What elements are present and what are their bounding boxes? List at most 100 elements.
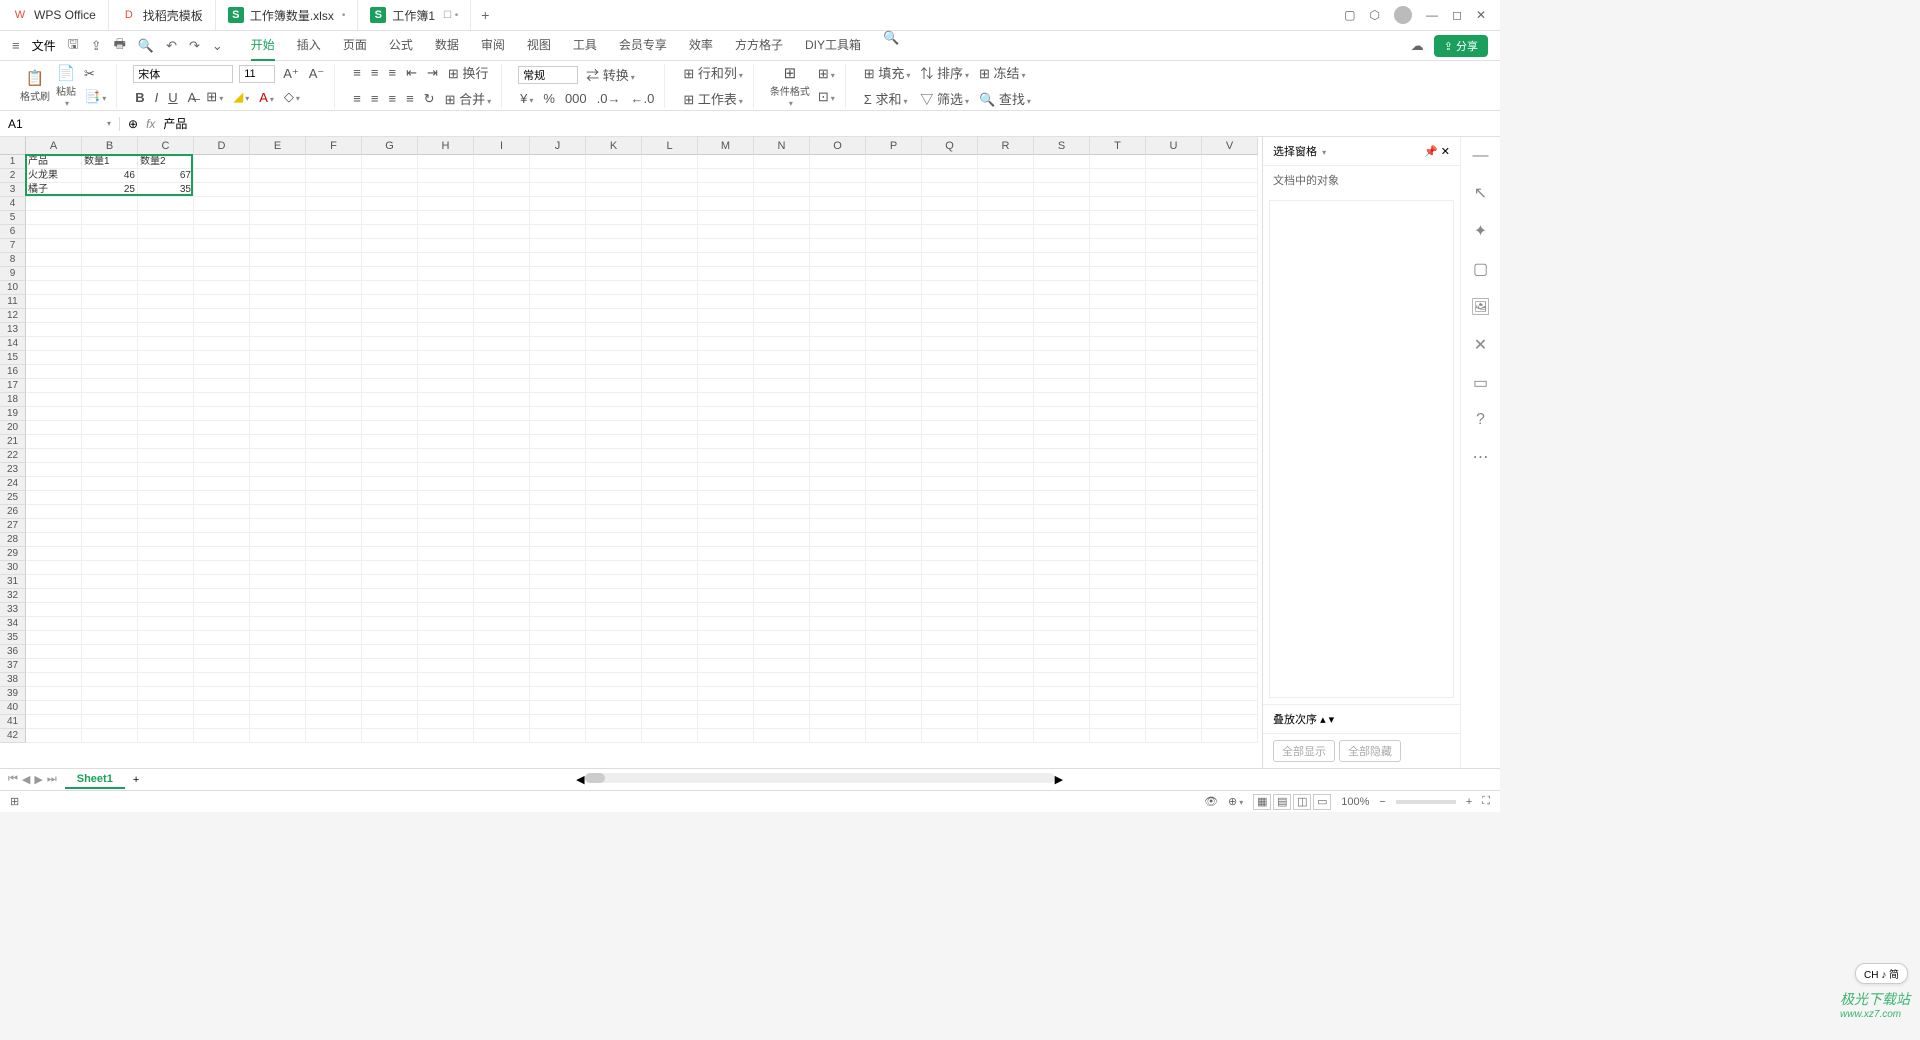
cell[interactable]: [194, 505, 250, 519]
cell[interactable]: [698, 561, 754, 575]
cell[interactable]: [26, 631, 82, 645]
cell[interactable]: [362, 155, 418, 169]
cell[interactable]: [1090, 659, 1146, 673]
cloud-icon[interactable]: ☁: [1411, 38, 1424, 54]
cell[interactable]: [194, 659, 250, 673]
column-header[interactable]: A: [26, 137, 82, 155]
cell[interactable]: [474, 407, 530, 421]
cell[interactable]: [1034, 393, 1090, 407]
cell[interactable]: [698, 659, 754, 673]
cell[interactable]: [1202, 183, 1258, 197]
cell[interactable]: [754, 715, 810, 729]
cell[interactable]: [1034, 575, 1090, 589]
cell[interactable]: [1146, 505, 1202, 519]
cell[interactable]: [474, 533, 530, 547]
cell[interactable]: [866, 463, 922, 477]
cell[interactable]: [362, 603, 418, 617]
column-header[interactable]: K: [586, 137, 642, 155]
cell[interactable]: [418, 729, 474, 743]
cell[interactable]: [474, 673, 530, 687]
cell[interactable]: [1146, 365, 1202, 379]
cell[interactable]: [474, 701, 530, 715]
cell[interactable]: [250, 309, 306, 323]
cell[interactable]: [810, 477, 866, 491]
cell[interactable]: [642, 589, 698, 603]
cell[interactable]: [194, 673, 250, 687]
sum-button[interactable]: Σ 求和▾: [862, 87, 913, 110]
cell[interactable]: [474, 729, 530, 743]
cell[interactable]: [1034, 449, 1090, 463]
row-header[interactable]: 14: [0, 337, 26, 351]
cell[interactable]: [866, 225, 922, 239]
cell[interactable]: [474, 155, 530, 169]
cell[interactable]: [194, 295, 250, 309]
row-header[interactable]: 16: [0, 365, 26, 379]
cell[interactable]: [306, 309, 362, 323]
cell[interactable]: [1202, 379, 1258, 393]
cell[interactable]: [642, 561, 698, 575]
cell[interactable]: [1146, 701, 1202, 715]
cell[interactable]: [978, 337, 1034, 351]
cell[interactable]: [26, 309, 82, 323]
cell[interactable]: [698, 169, 754, 183]
cell[interactable]: [194, 561, 250, 575]
cell[interactable]: [1202, 407, 1258, 421]
cell[interactable]: [418, 561, 474, 575]
cell[interactable]: [1034, 631, 1090, 645]
cell[interactable]: [306, 239, 362, 253]
cell[interactable]: [698, 435, 754, 449]
row-header[interactable]: 15: [0, 351, 26, 365]
cell[interactable]: [474, 295, 530, 309]
cell[interactable]: [82, 365, 138, 379]
cell[interactable]: [474, 477, 530, 491]
cell[interactable]: [1146, 239, 1202, 253]
cell[interactable]: [362, 435, 418, 449]
cell[interactable]: [306, 729, 362, 743]
row-header[interactable]: 39: [0, 687, 26, 701]
close-pane-icon[interactable]: ✕: [1441, 146, 1450, 158]
cell[interactable]: [1034, 687, 1090, 701]
cell[interactable]: [138, 449, 194, 463]
cell[interactable]: [810, 379, 866, 393]
cell[interactable]: [1202, 197, 1258, 211]
menu-tab-data[interactable]: 数据: [435, 30, 459, 61]
cell[interactable]: [474, 421, 530, 435]
cell[interactable]: [250, 407, 306, 421]
cell[interactable]: [418, 337, 474, 351]
cell[interactable]: [1146, 603, 1202, 617]
cell[interactable]: [194, 575, 250, 589]
cell[interactable]: [194, 729, 250, 743]
cell[interactable]: [194, 211, 250, 225]
cell[interactable]: [1146, 225, 1202, 239]
align-top-icon[interactable]: ≡: [351, 63, 363, 82]
cell[interactable]: [922, 729, 978, 743]
cell[interactable]: [922, 239, 978, 253]
cell[interactable]: [922, 701, 978, 715]
cell[interactable]: [978, 379, 1034, 393]
cell[interactable]: [810, 561, 866, 575]
preview-icon[interactable]: 🔍: [138, 38, 154, 54]
cell[interactable]: [978, 533, 1034, 547]
cell[interactable]: 数量1: [82, 155, 138, 169]
cell[interactable]: [138, 533, 194, 547]
cell[interactable]: [922, 253, 978, 267]
cell[interactable]: [194, 701, 250, 715]
cell[interactable]: [1146, 547, 1202, 561]
cell[interactable]: [1090, 379, 1146, 393]
cell[interactable]: [1202, 715, 1258, 729]
cell[interactable]: [866, 505, 922, 519]
cell[interactable]: [306, 225, 362, 239]
menu-tab-ffgz[interactable]: 方方格子: [735, 30, 783, 61]
cell[interactable]: [474, 575, 530, 589]
cell[interactable]: [698, 211, 754, 225]
cell[interactable]: [418, 225, 474, 239]
view-page-icon[interactable]: ▤: [1273, 794, 1291, 810]
cell[interactable]: [922, 659, 978, 673]
cell[interactable]: [1034, 547, 1090, 561]
cell[interactable]: [250, 533, 306, 547]
cell[interactable]: [978, 505, 1034, 519]
cell[interactable]: [530, 267, 586, 281]
file-menu[interactable]: 文件: [32, 37, 56, 54]
cell[interactable]: [418, 197, 474, 211]
cell[interactable]: [138, 477, 194, 491]
